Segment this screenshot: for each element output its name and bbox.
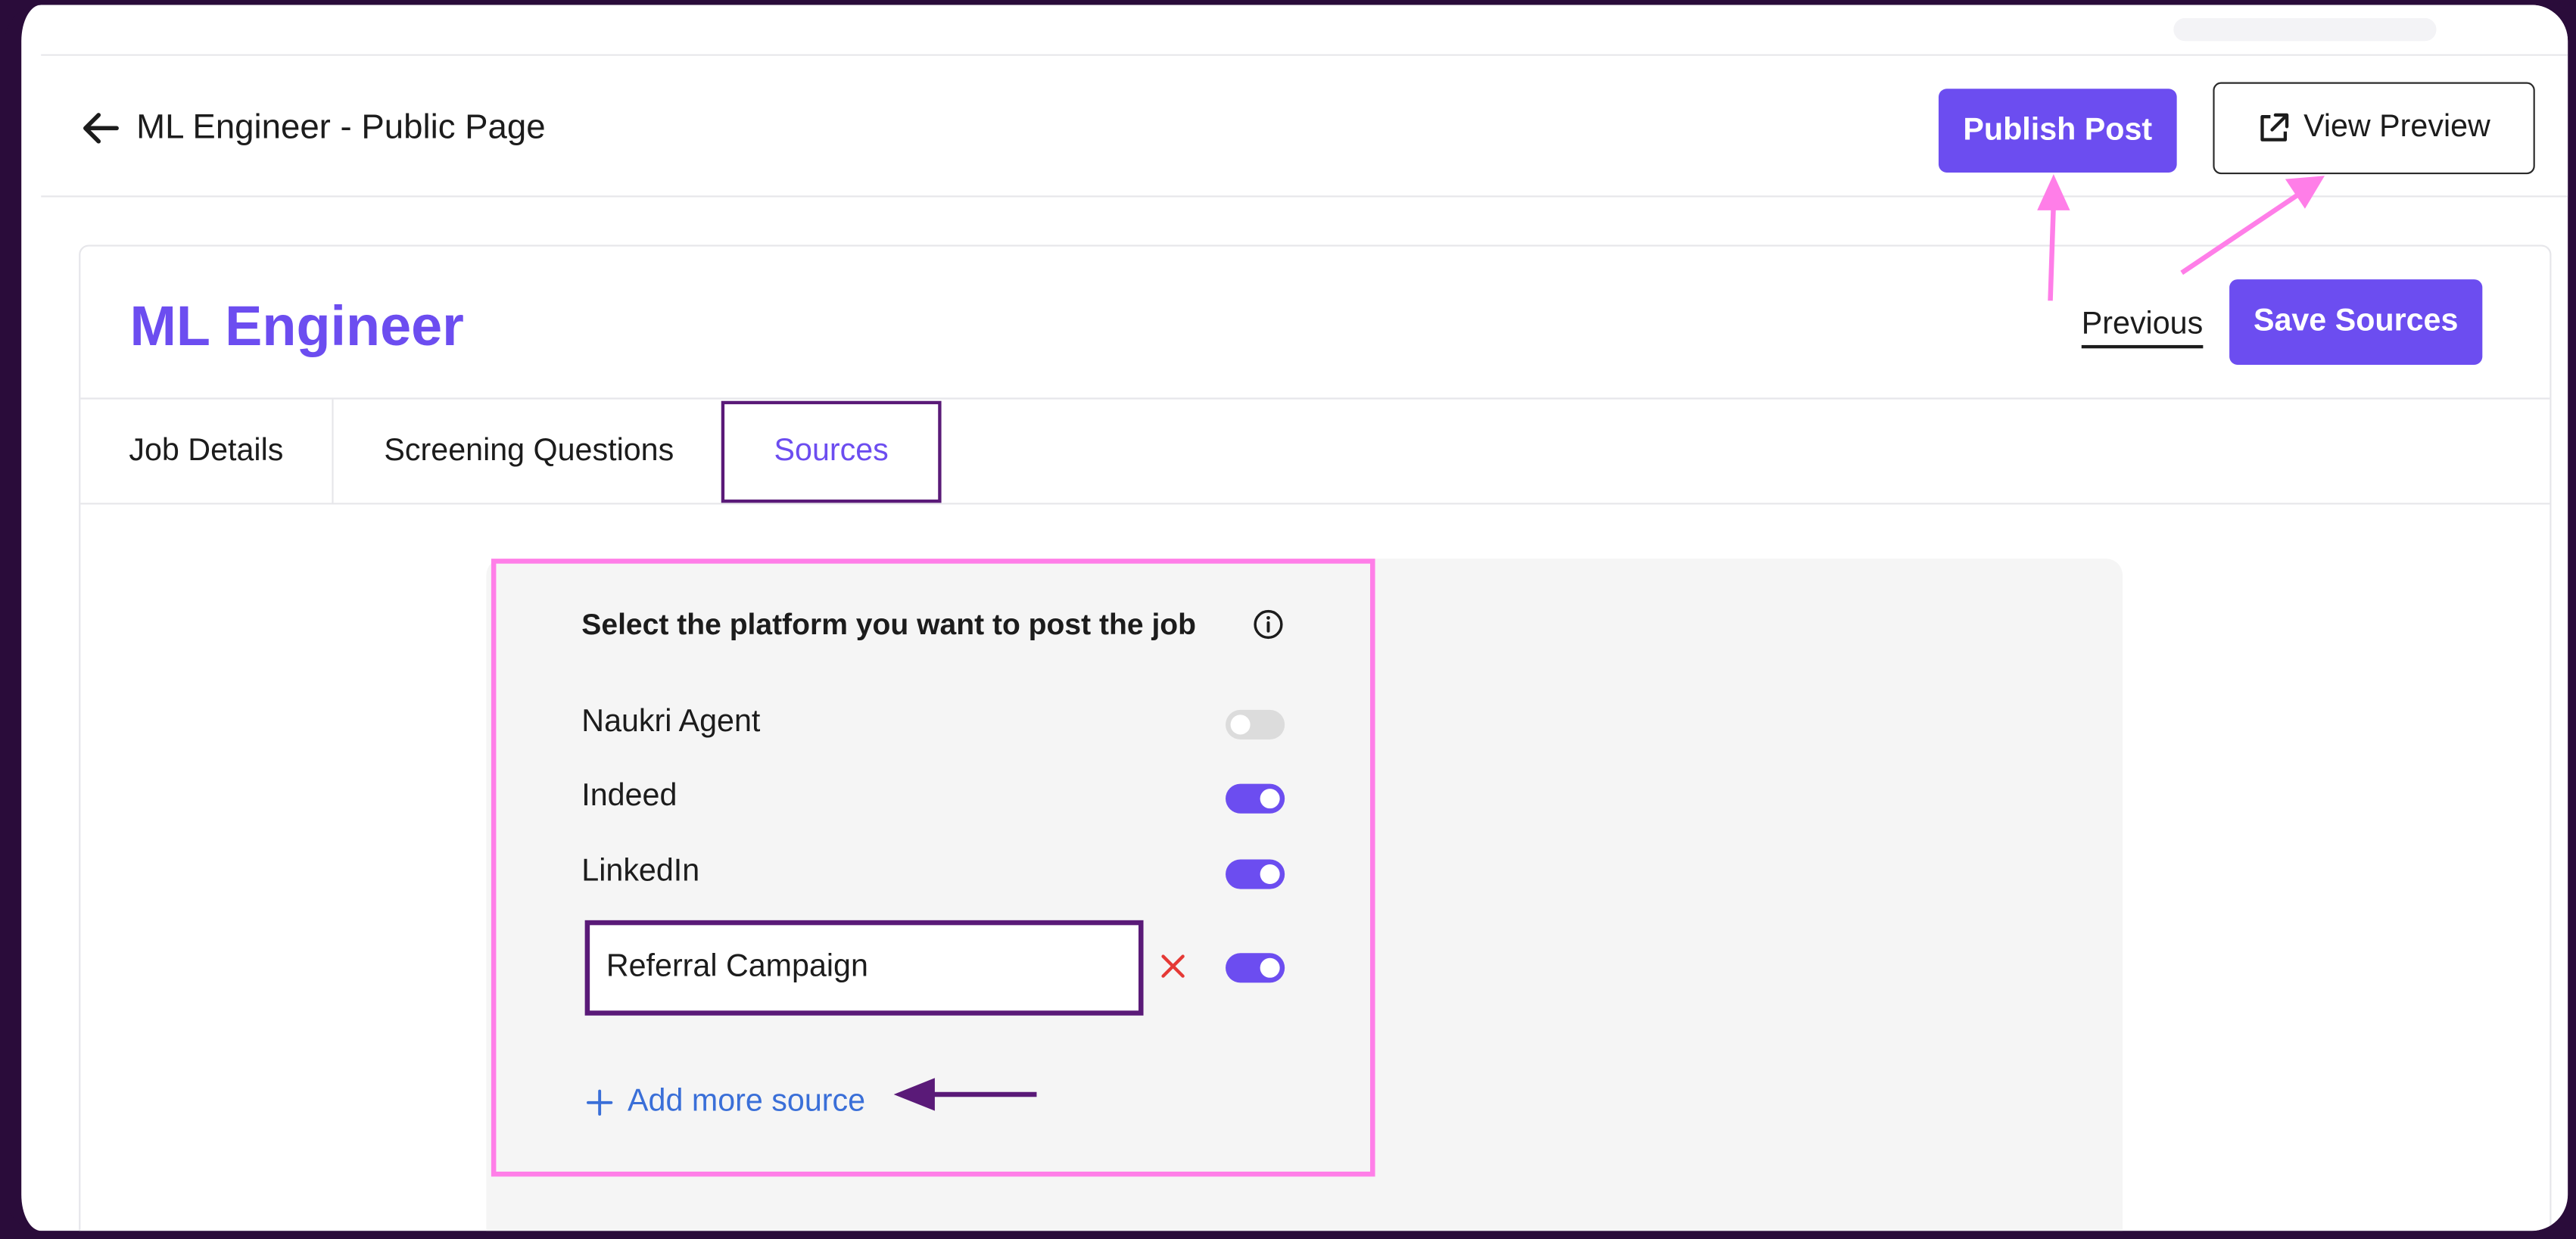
source-label: LinkedIn	[581, 854, 700, 889]
job-editor-card: ML Engineer Previous Save Sources Job De…	[79, 244, 2552, 1231]
view-preview-button[interactable]: View Preview	[2213, 82, 2535, 175]
save-sources-button[interactable]: Save Sources	[2229, 279, 2483, 365]
screenshot-canvas: ML Engineer - Public Page Publish Post V…	[0, 0, 2576, 1239]
top-strip-pill	[2173, 17, 2437, 42]
job-title: ML Engineer	[129, 295, 464, 359]
tab-bar: Job Details Screening Questions Sources	[80, 397, 2550, 505]
indeed-toggle[interactable]	[1226, 783, 1285, 814]
tab-sources[interactable]: Sources	[721, 400, 942, 503]
custom-source-toggle-row	[581, 943, 1288, 992]
sources-heading: Select the platform you want to post the…	[581, 608, 1197, 641]
external-link-icon	[2260, 113, 2289, 142]
toggle-knob	[1230, 714, 1251, 735]
naukri-agent-toggle[interactable]	[1226, 709, 1285, 739]
top-strip	[41, 5, 2568, 56]
view-preview-label: View Preview	[2303, 110, 2490, 145]
plus-icon	[587, 1089, 613, 1116]
add-more-source-label: Add more source	[628, 1084, 866, 1119]
toggle-knob	[1260, 789, 1280, 809]
source-row-naukri-agent: Naukri Agent	[581, 700, 1288, 749]
add-more-source-link[interactable]: Add more source	[585, 1085, 865, 1121]
source-label: Indeed	[581, 779, 677, 814]
info-icon[interactable]	[1252, 608, 1285, 640]
page-title: ML Engineer - Public Page	[136, 108, 546, 147]
toggle-knob	[1260, 864, 1280, 885]
custom-source-toggle[interactable]	[1226, 953, 1285, 983]
app-window: ML Engineer - Public Page Publish Post V…	[5, 5, 2568, 1231]
toggle-knob	[1260, 957, 1280, 978]
tab-job-details[interactable]: Job Details	[80, 399, 334, 503]
linkedin-toggle[interactable]	[1226, 859, 1285, 889]
page-header: ML Engineer - Public Page Publish Post V…	[41, 55, 2568, 198]
sources-panel: Select the platform you want to post the…	[491, 559, 1375, 1177]
previous-link[interactable]: Previous	[2081, 307, 2204, 349]
publish-post-button[interactable]: Publish Post	[1938, 89, 2177, 173]
source-label: Naukri Agent	[581, 705, 761, 739]
tab-screening-questions[interactable]: Screening Questions	[335, 400, 723, 503]
arrow-left-icon[interactable]	[77, 105, 123, 151]
source-row-linkedin: LinkedIn	[581, 849, 1288, 898]
source-row-indeed: Indeed	[581, 774, 1288, 823]
